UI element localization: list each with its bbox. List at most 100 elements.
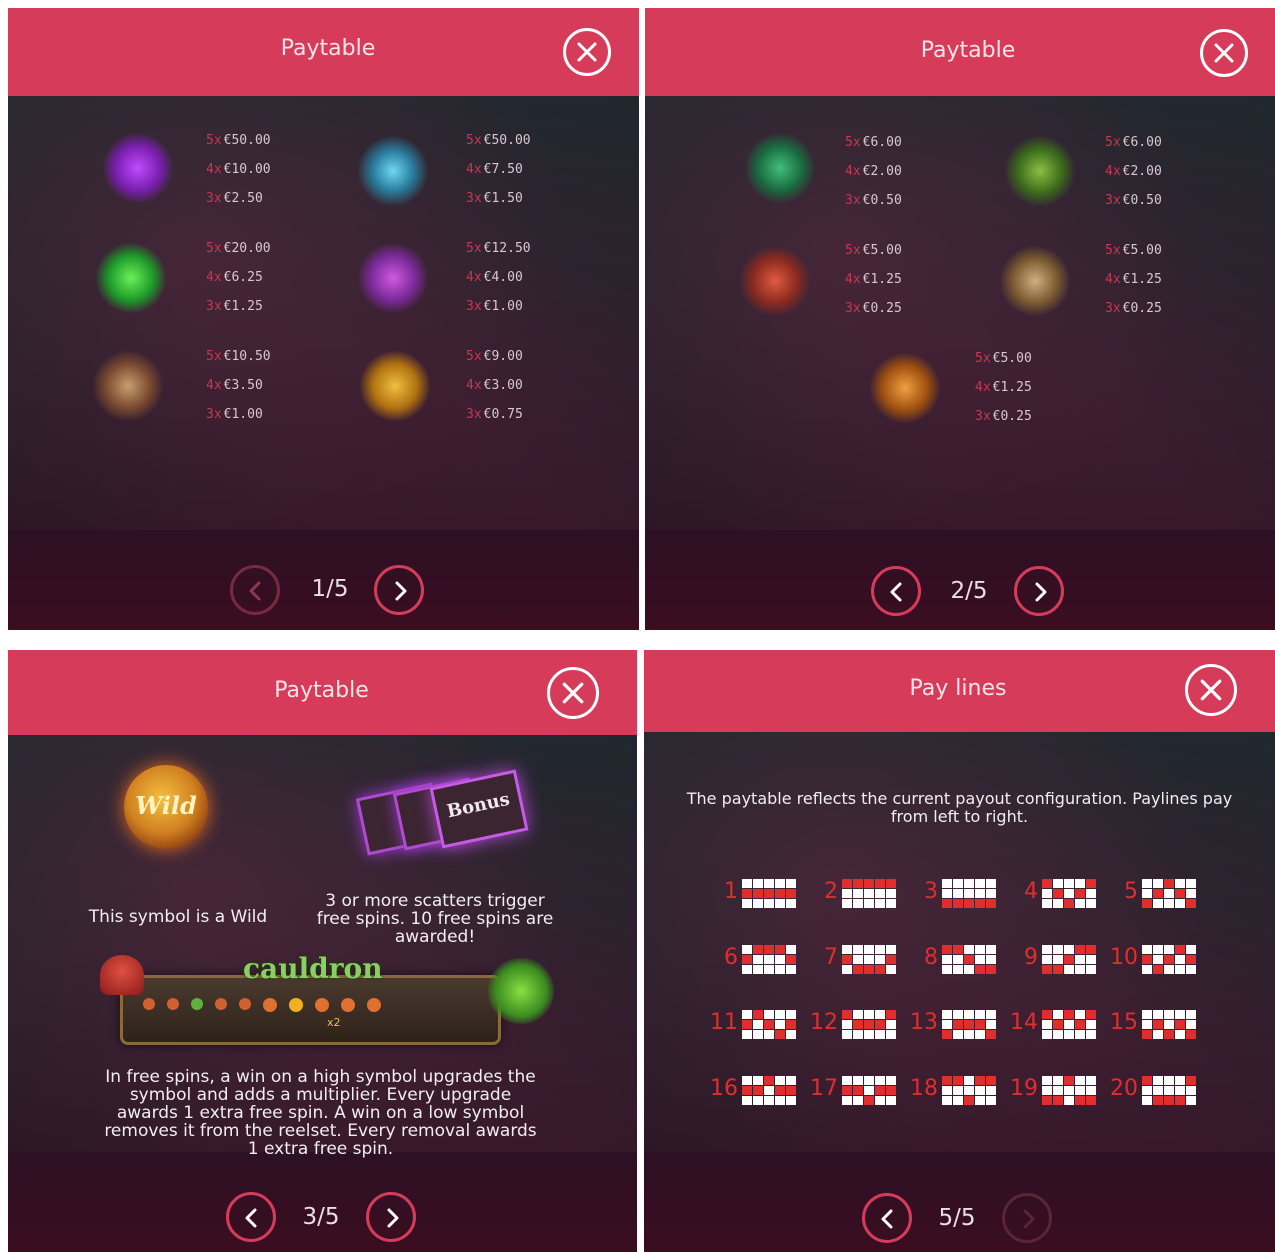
payline-cell bbox=[864, 1020, 874, 1029]
payline-cell bbox=[842, 1086, 852, 1095]
payline-cell bbox=[1064, 1010, 1074, 1019]
payline-cell bbox=[875, 889, 885, 898]
payline-cell bbox=[842, 945, 852, 954]
payline-cell bbox=[742, 945, 752, 954]
root-icon bbox=[1000, 246, 1070, 316]
paylines-panel: Pay lines The paytable reflects the curr… bbox=[644, 650, 1275, 1252]
payline-cell bbox=[753, 1020, 763, 1029]
payline-cell bbox=[1164, 945, 1174, 954]
payline-cell bbox=[953, 1010, 963, 1019]
payline-cell bbox=[753, 899, 763, 908]
payline-cell bbox=[764, 1086, 774, 1095]
payline-item: 10 bbox=[1086, 943, 1196, 977]
close-button[interactable] bbox=[547, 667, 599, 719]
payline-cell bbox=[1075, 955, 1085, 964]
payline-cell bbox=[1064, 889, 1074, 898]
payline-cell bbox=[764, 879, 774, 888]
payline-number: 5 bbox=[1124, 879, 1138, 904]
multiplier-label: 5x bbox=[466, 133, 482, 148]
payline-cell bbox=[842, 889, 852, 898]
payline-cell bbox=[964, 1020, 974, 1029]
payline-cell bbox=[942, 945, 952, 954]
payline-cell bbox=[1142, 879, 1152, 888]
potion-bowl-icon bbox=[870, 353, 940, 423]
payline-cell bbox=[1153, 889, 1163, 898]
symbol-paytable: 5x €5.00 4x €1.25 3x €0.25 bbox=[1105, 236, 1162, 323]
payline-item: 1 bbox=[686, 877, 796, 911]
payline-item: 3 bbox=[886, 877, 996, 911]
multiplier-label: 3x bbox=[1105, 301, 1121, 316]
bonus-description: 3 or more scatters trigger free spins. 1… bbox=[316, 891, 554, 947]
payline-cell bbox=[875, 899, 885, 908]
payline-cell bbox=[742, 1096, 752, 1105]
payline-cell bbox=[1186, 879, 1196, 888]
chevron-right-icon bbox=[395, 581, 407, 601]
payline-cell bbox=[1042, 965, 1052, 974]
close-icon bbox=[577, 42, 597, 62]
payline-cell bbox=[1153, 955, 1163, 964]
next-page-button[interactable] bbox=[1002, 1193, 1052, 1243]
previous-page-button[interactable] bbox=[230, 565, 280, 615]
payout-value: €4.00 bbox=[483, 270, 523, 285]
next-page-button[interactable] bbox=[366, 1192, 416, 1242]
payline-cell bbox=[1186, 899, 1196, 908]
payline-cell bbox=[1042, 879, 1052, 888]
payline-cell bbox=[964, 955, 974, 964]
close-button[interactable] bbox=[563, 28, 611, 76]
payout-value: €3.50 bbox=[223, 378, 263, 393]
page-indicator: 1/5 bbox=[311, 576, 349, 602]
payline-cell bbox=[1186, 1020, 1196, 1029]
payline-cell bbox=[1175, 1096, 1185, 1105]
payline-cell bbox=[953, 1096, 963, 1105]
payline-cell bbox=[775, 899, 785, 908]
payline-cell bbox=[1186, 955, 1196, 964]
payline-cell bbox=[1064, 879, 1074, 888]
payline-cell bbox=[1186, 889, 1196, 898]
multiplier-label: 5x bbox=[206, 133, 222, 148]
multiplier-label: 3x bbox=[845, 193, 861, 208]
payline-cell bbox=[1064, 955, 1074, 964]
payline-cell bbox=[1042, 889, 1052, 898]
multiplier-label: 4x bbox=[206, 162, 222, 177]
payline-cell bbox=[742, 1010, 752, 1019]
previous-page-button[interactable] bbox=[226, 1192, 276, 1242]
payline-cell bbox=[753, 965, 763, 974]
cauldron-banner: cauldron x2 bbox=[120, 952, 501, 1045]
payline-cell bbox=[1053, 1010, 1063, 1019]
payline-cell bbox=[975, 955, 985, 964]
next-page-button[interactable] bbox=[374, 565, 424, 615]
payline-cell bbox=[1053, 1096, 1063, 1105]
payline-cell bbox=[953, 1086, 963, 1095]
previous-page-button[interactable] bbox=[862, 1193, 912, 1243]
payline-item: 4 bbox=[986, 877, 1096, 911]
previous-page-button[interactable] bbox=[871, 566, 921, 616]
payline-cell bbox=[1042, 1010, 1052, 1019]
payline-cell bbox=[1175, 945, 1185, 954]
symbol-paytable: 5x €6.00 4x €2.00 3x €0.50 bbox=[1105, 128, 1162, 215]
close-button[interactable] bbox=[1200, 29, 1248, 77]
cauldron-logo: cauldron bbox=[243, 952, 383, 985]
multiplier-label: 4x bbox=[206, 378, 222, 393]
payline-cell bbox=[764, 1096, 774, 1105]
payline-number: 20 bbox=[1110, 1076, 1138, 1101]
chevron-left-icon bbox=[881, 1209, 893, 1229]
payline-cell bbox=[742, 1076, 752, 1085]
close-icon bbox=[1214, 43, 1234, 63]
multiplier-label: 3x bbox=[206, 299, 222, 314]
payline-cell bbox=[742, 1030, 752, 1039]
payline-cell bbox=[1042, 899, 1052, 908]
payline-cell bbox=[853, 1076, 863, 1085]
payline-cell bbox=[753, 955, 763, 964]
payline-cell bbox=[1053, 1030, 1063, 1039]
next-page-button[interactable] bbox=[1014, 566, 1064, 616]
multiplier-label: 4x bbox=[466, 270, 482, 285]
multiplier-label: 5x bbox=[975, 351, 991, 366]
payline-cell bbox=[1164, 965, 1174, 974]
payline-cell bbox=[1064, 965, 1074, 974]
payline-number: 1 bbox=[724, 879, 738, 904]
payline-cell bbox=[1186, 1096, 1196, 1105]
payline-cell bbox=[853, 899, 863, 908]
multiplier-label: 4x bbox=[845, 164, 861, 179]
payout-value: €5.00 bbox=[992, 351, 1032, 366]
payline-cell bbox=[1042, 1030, 1052, 1039]
